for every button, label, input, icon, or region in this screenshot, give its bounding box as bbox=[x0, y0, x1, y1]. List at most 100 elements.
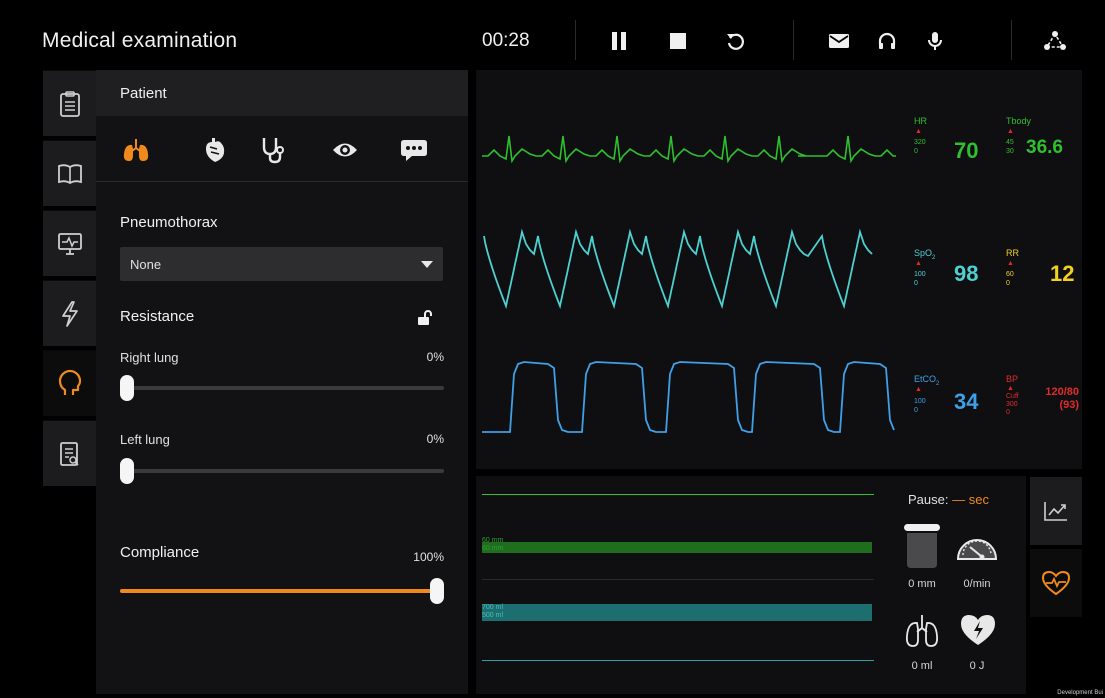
sidebar-tab-monitor[interactable] bbox=[43, 210, 96, 276]
volume-band-label-lower: 500 ml bbox=[482, 612, 504, 619]
tab-heart[interactable] bbox=[199, 134, 231, 166]
bp-label: BP bbox=[1006, 374, 1019, 384]
tbody-upper-limit: 45 bbox=[1006, 139, 1014, 146]
heart-rate-icon bbox=[1041, 570, 1071, 596]
alarm-bell-icon: ▲ bbox=[1007, 385, 1014, 392]
pneumothorax-heading: Pneumothorax bbox=[120, 214, 218, 231]
etco2-label-text: EtCO bbox=[914, 374, 937, 384]
headphones-icon bbox=[878, 32, 896, 49]
rr-label: RR bbox=[1006, 248, 1019, 258]
panel-title: Patient bbox=[120, 85, 167, 102]
tab-chat[interactable] bbox=[398, 134, 430, 166]
slider-thumb[interactable] bbox=[120, 458, 134, 484]
bp-mode: Cuff bbox=[1006, 393, 1019, 400]
organ-tabs bbox=[96, 116, 468, 182]
header-divider bbox=[1011, 20, 1012, 60]
microphone-icon bbox=[928, 32, 942, 50]
sidebar-tab-defibrillator[interactable] bbox=[43, 280, 96, 346]
secretion-caption: 0 mm bbox=[908, 578, 936, 590]
volume-caption: 0 ml bbox=[911, 660, 933, 672]
pause-indicator: Pause: — sec bbox=[908, 492, 989, 507]
lock-toggle[interactable] bbox=[417, 310, 433, 331]
alarm-bell-icon: ▲ bbox=[915, 386, 922, 393]
gauge-icon bbox=[956, 539, 998, 560]
hr-value: 70 bbox=[954, 138, 979, 163]
slider-thumb[interactable] bbox=[430, 578, 444, 604]
slider-track bbox=[120, 469, 444, 473]
compliance-slider[interactable] bbox=[120, 576, 444, 606]
sidebar-tab-checklist[interactable] bbox=[43, 70, 96, 136]
pneumothorax-select[interactable]: None bbox=[120, 247, 443, 281]
message-button[interactable] bbox=[826, 28, 852, 54]
right-lung-value: 0% bbox=[426, 350, 444, 364]
slider-fill bbox=[120, 589, 437, 593]
airway-band-label-upper: 60 mm bbox=[482, 537, 504, 544]
tab-eye[interactable] bbox=[329, 134, 361, 166]
slider-thumb[interactable] bbox=[120, 375, 134, 401]
hr-label: HR bbox=[914, 116, 927, 126]
energy-caption: 0 J bbox=[969, 660, 985, 672]
airway-band bbox=[482, 542, 872, 553]
etco2-lower-limit: 0 bbox=[914, 407, 918, 414]
heart-shock-icon bbox=[961, 615, 995, 645]
stethoscope-icon bbox=[262, 138, 284, 164]
etco2-label-sub: 2 bbox=[936, 380, 940, 387]
right-lung-slider[interactable] bbox=[120, 373, 444, 403]
capno-waveform bbox=[482, 361, 895, 433]
spo2-value: 98 bbox=[954, 261, 979, 286]
network-icon bbox=[1044, 31, 1066, 50]
tab-vitals[interactable] bbox=[1030, 549, 1082, 617]
alarm-bell-icon: ▲ bbox=[915, 128, 922, 135]
build-note: Development Bui bbox=[1057, 690, 1103, 696]
compliance-value: 100% bbox=[413, 550, 444, 564]
sidebar-tab-library[interactable] bbox=[43, 140, 96, 206]
tab-lungs[interactable] bbox=[120, 134, 152, 166]
vitals-monitor: HR ▲ 320 0 70 Tbody ▲ 45 30 36.6 SpO2 ▲ … bbox=[476, 70, 1082, 469]
trend-chart-icon bbox=[1044, 502, 1067, 521]
tab-stethoscope[interactable] bbox=[257, 134, 289, 166]
hr-upper-limit: 320 bbox=[914, 139, 926, 146]
header-divider bbox=[793, 20, 794, 60]
container-icon bbox=[904, 524, 940, 568]
sidebar-tab-patient[interactable] bbox=[43, 350, 96, 416]
monitor-icon bbox=[57, 232, 82, 255]
stop-icon bbox=[670, 33, 686, 49]
bp-upper-limit: 300 bbox=[1006, 401, 1018, 408]
left-lung-slider[interactable] bbox=[120, 456, 444, 486]
volume-lower-line bbox=[482, 660, 874, 661]
right-lung-label: Right lung bbox=[120, 350, 179, 365]
spo2-upper-limit: 100 bbox=[914, 271, 926, 278]
spo2-label-sub: 2 bbox=[932, 254, 936, 261]
heart-icon bbox=[206, 138, 225, 162]
pause-dash: — bbox=[948, 492, 969, 507]
network-button[interactable] bbox=[1042, 28, 1068, 54]
airway-band-labels: 60 mm 60 mm bbox=[482, 537, 503, 553]
pause-icon bbox=[612, 32, 626, 50]
lightning-icon bbox=[61, 300, 78, 327]
spo2-label-text: SpO bbox=[914, 248, 933, 258]
stop-button[interactable] bbox=[665, 28, 691, 54]
pause-button[interactable] bbox=[606, 28, 632, 54]
tab-trends[interactable] bbox=[1030, 477, 1082, 545]
tbody-value: 36.6 bbox=[1026, 137, 1063, 158]
waveforms bbox=[482, 135, 896, 433]
app-title: Medical examination bbox=[42, 29, 238, 52]
microphone-button[interactable] bbox=[922, 28, 948, 54]
alarm-bell-icon: ▲ bbox=[915, 260, 922, 267]
sidebar-tab-report[interactable] bbox=[43, 420, 96, 486]
restart-button[interactable] bbox=[722, 28, 748, 54]
headphones-button[interactable] bbox=[874, 28, 900, 54]
unlock-icon bbox=[418, 310, 432, 325]
header-divider bbox=[575, 20, 576, 60]
patient-panel: Patient Pneumothorax None Resistance Rig… bbox=[96, 70, 468, 694]
pause-unit: sec bbox=[968, 492, 989, 507]
respiration-panel: 60 mm 60 mm 700 ml 500 ml Pause: — sec 0 m… bbox=[476, 476, 1026, 694]
message-icon bbox=[829, 34, 849, 48]
etco2-value: 34 bbox=[954, 389, 979, 414]
spo2-lower-limit: 0 bbox=[914, 280, 918, 287]
rate-indicator bbox=[954, 526, 1000, 566]
alarm-bell-icon: ▲ bbox=[1007, 128, 1014, 135]
restart-icon bbox=[727, 33, 744, 50]
lungs-icon bbox=[123, 139, 149, 161]
pneumothorax-selected: None bbox=[130, 257, 162, 272]
